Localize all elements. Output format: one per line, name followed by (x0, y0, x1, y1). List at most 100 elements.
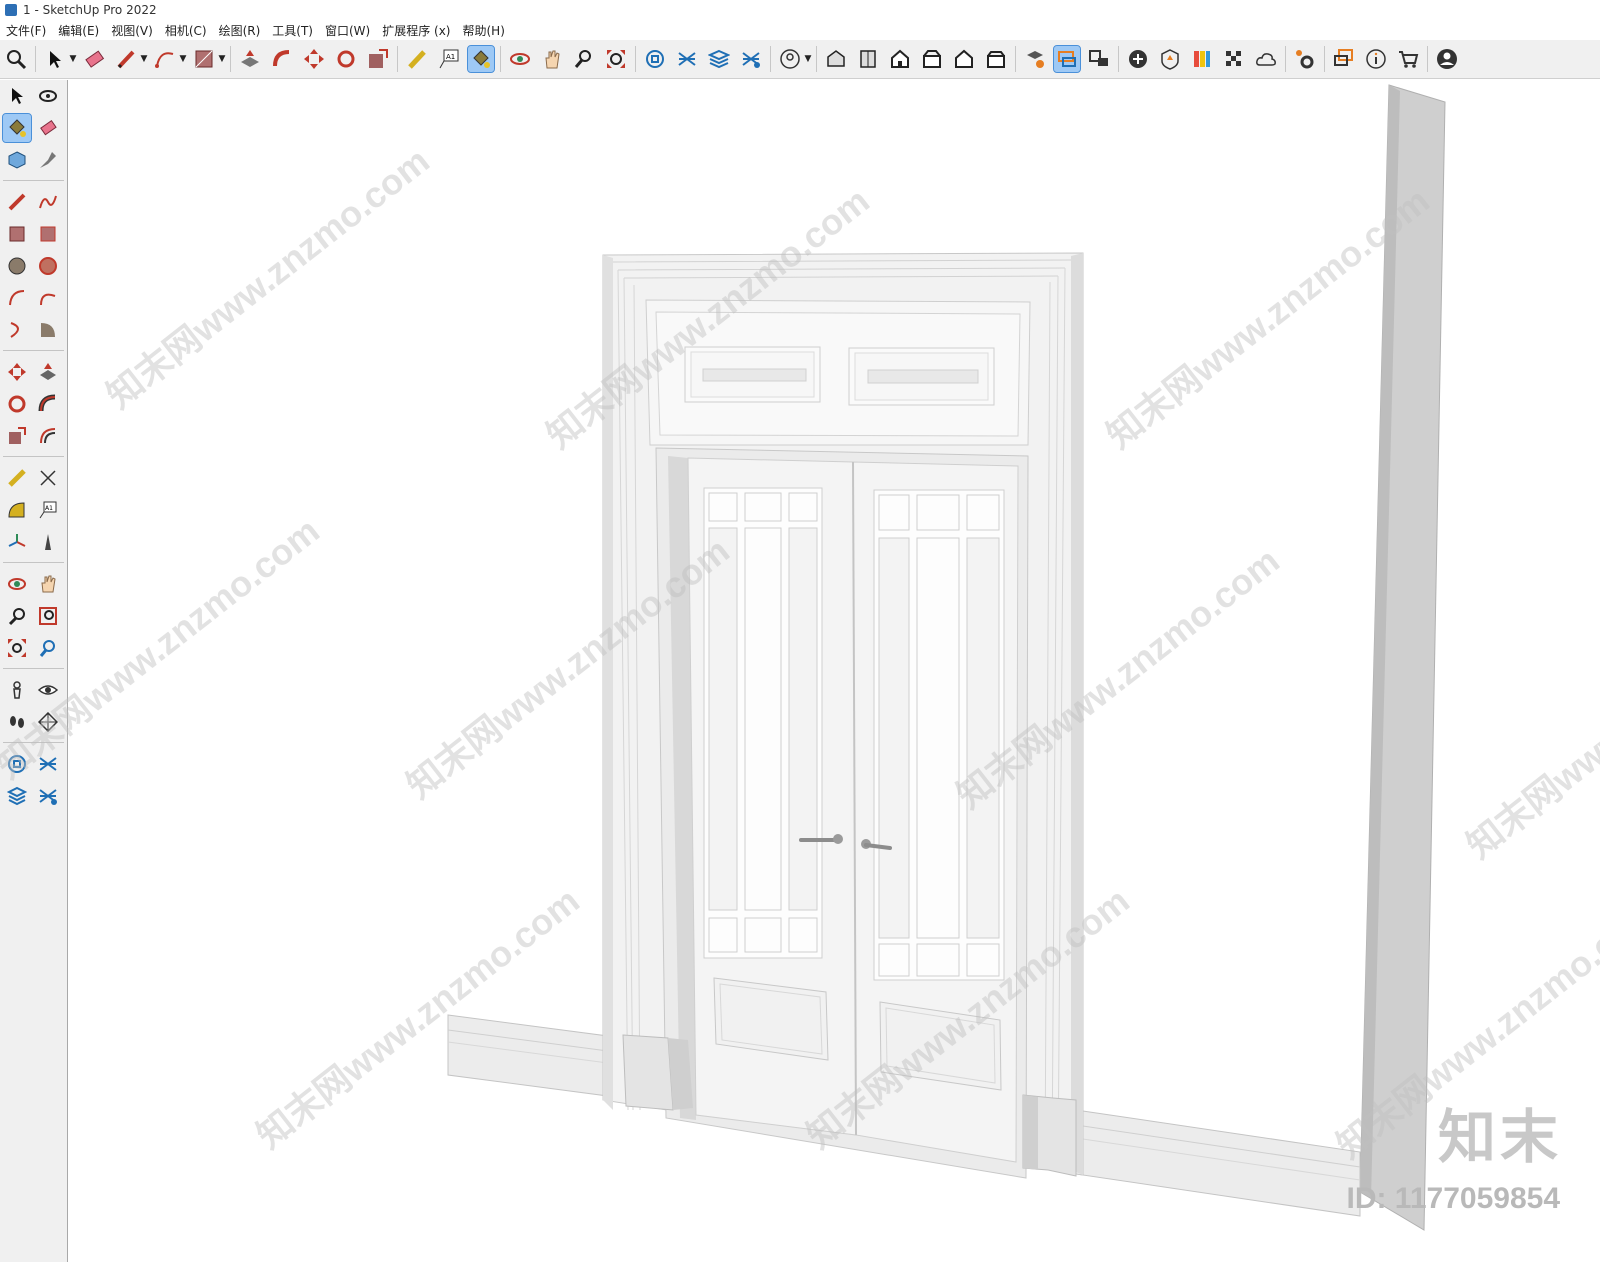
back-view-icon[interactable] (951, 46, 977, 72)
toolbar-separator (3, 668, 64, 669)
menu-tools[interactable]: 工具(T) (272, 22, 313, 39)
zoom-icon[interactable] (3, 602, 31, 630)
tag-icon[interactable] (34, 146, 62, 174)
front-view-icon[interactable] (887, 46, 913, 72)
texture-icon[interactable] (1221, 46, 1247, 72)
text-icon[interactable]: A1 (34, 496, 62, 524)
follow-me-icon[interactable] (269, 46, 295, 72)
paint-bucket-icon[interactable] (467, 45, 495, 73)
freehand-icon[interactable] (34, 188, 62, 216)
3pt-arc-icon[interactable] (3, 316, 31, 344)
push-pull-icon[interactable] (237, 46, 263, 72)
account-icon[interactable] (777, 46, 803, 72)
pencil-icon[interactable] (113, 46, 139, 72)
menu-window[interactable]: 窗口(W) (325, 22, 370, 39)
shadow-icon[interactable] (1157, 46, 1183, 72)
extension-manager-icon[interactable] (738, 46, 764, 72)
speech-icon[interactable] (1331, 46, 1357, 72)
svg-text:A1: A1 (446, 53, 455, 61)
extension-manager-icon[interactable] (34, 782, 62, 810)
zoom-extents-icon[interactable] (603, 46, 629, 72)
layout-icon[interactable] (706, 46, 732, 72)
orbit-icon[interactable] (507, 46, 533, 72)
user-icon[interactable] (1434, 46, 1460, 72)
eraser-icon[interactable] (81, 46, 107, 72)
baseboard-left (447, 1014, 624, 1099)
arc-icon[interactable] (3, 284, 31, 312)
circle-icon[interactable] (3, 252, 31, 280)
menu-help[interactable]: 帮助(H) (462, 22, 504, 39)
orbit-icon[interactable] (3, 570, 31, 598)
cart-icon[interactable] (1395, 46, 1421, 72)
rectangle-icon[interactable] (3, 220, 31, 248)
settings-icon[interactable] (1292, 46, 1318, 72)
orbit-icon[interactable] (34, 82, 62, 110)
arc-dropdown-icon[interactable]: ▼ (178, 46, 188, 72)
pan-icon[interactable] (34, 570, 62, 598)
warehouse-icon[interactable] (642, 46, 668, 72)
polygon-icon[interactable] (34, 252, 62, 280)
pencil-dropdown-icon[interactable]: ▼ (139, 46, 149, 72)
left-view-icon[interactable] (983, 46, 1009, 72)
rotate-icon[interactable] (333, 46, 359, 72)
account-dropdown-icon[interactable]: ▼ (803, 46, 813, 72)
menu-camera[interactable]: 相机(C) (165, 22, 207, 39)
menu-extensions[interactable]: 扩展程序 (x) (382, 22, 450, 39)
select-icon[interactable] (42, 46, 68, 72)
cloud-icon[interactable] (1253, 46, 1279, 72)
glass-grid-right (873, 489, 1005, 981)
rectangle-icon[interactable] (191, 46, 217, 72)
iso-view-icon[interactable] (823, 46, 849, 72)
styles-icon[interactable] (1189, 46, 1215, 72)
pencil-icon[interactable] (3, 188, 31, 216)
3d-text-icon[interactable] (34, 528, 62, 556)
pie-icon[interactable] (34, 316, 62, 344)
previous-view-icon[interactable] (34, 634, 62, 662)
pan-icon[interactable] (539, 46, 565, 72)
scale-icon[interactable] (365, 46, 391, 72)
2pt-arc-icon[interactable] (34, 284, 62, 312)
position-camera-icon[interactable] (3, 676, 31, 704)
rectangle-dropdown-icon[interactable]: ▼ (217, 46, 227, 72)
move-icon[interactable] (301, 46, 327, 72)
scale-icon[interactable] (3, 422, 31, 450)
menu-file[interactable]: 文件(F) (6, 22, 46, 39)
toolbar-separator (500, 46, 501, 72)
tape-measure-icon[interactable] (404, 46, 430, 72)
extension-warehouse-icon[interactable] (674, 46, 700, 72)
right-view-icon[interactable] (919, 46, 945, 72)
rotate-icon[interactable] (3, 390, 31, 418)
select-dropdown-icon[interactable]: ▼ (68, 46, 78, 72)
select-icon[interactable] (3, 82, 31, 110)
menu-edit[interactable]: 编辑(E) (58, 22, 99, 39)
menu-view[interactable]: 视图(V) (111, 22, 153, 39)
model-viewport[interactable]: 知末网www.znzmo.com 知末网www.znzmo.com 知末网www… (0, 80, 1600, 1262)
offset-icon[interactable] (34, 422, 62, 450)
push-pull-icon[interactable] (34, 358, 62, 386)
text-icon[interactable]: A1 (436, 46, 462, 72)
add-location-icon[interactable] (1125, 46, 1151, 72)
protractor-icon[interactable] (3, 496, 31, 524)
zoom-window-icon[interactable] (34, 602, 62, 630)
follow-me-icon[interactable] (34, 390, 62, 418)
section-cuts-icon[interactable] (1086, 46, 1112, 72)
dimension-icon[interactable] (34, 464, 62, 492)
paint-bucket-icon[interactable] (2, 113, 32, 143)
axes-icon[interactable] (3, 528, 31, 556)
eraser-icon[interactable] (34, 114, 62, 142)
zoom-icon[interactable] (3, 46, 29, 72)
toolbar-separator (1427, 46, 1428, 72)
component-icon[interactable] (3, 146, 31, 174)
info-icon[interactable] (1363, 46, 1389, 72)
top-view-icon[interactable] (855, 46, 881, 72)
tape-measure-icon[interactable] (3, 464, 31, 492)
menu-draw[interactable]: 绘图(R) (219, 22, 261, 39)
move-icon[interactable] (3, 358, 31, 386)
rotated-rectangle-icon[interactable] (34, 220, 62, 248)
zoom-window-icon[interactable] (571, 46, 597, 72)
zoom-extents-icon[interactable] (3, 634, 31, 662)
toolbar-separator (635, 46, 636, 72)
display-section-icon[interactable] (1053, 45, 1081, 73)
arc-icon[interactable] (152, 46, 178, 72)
section-plane-icon[interactable] (1022, 46, 1048, 72)
